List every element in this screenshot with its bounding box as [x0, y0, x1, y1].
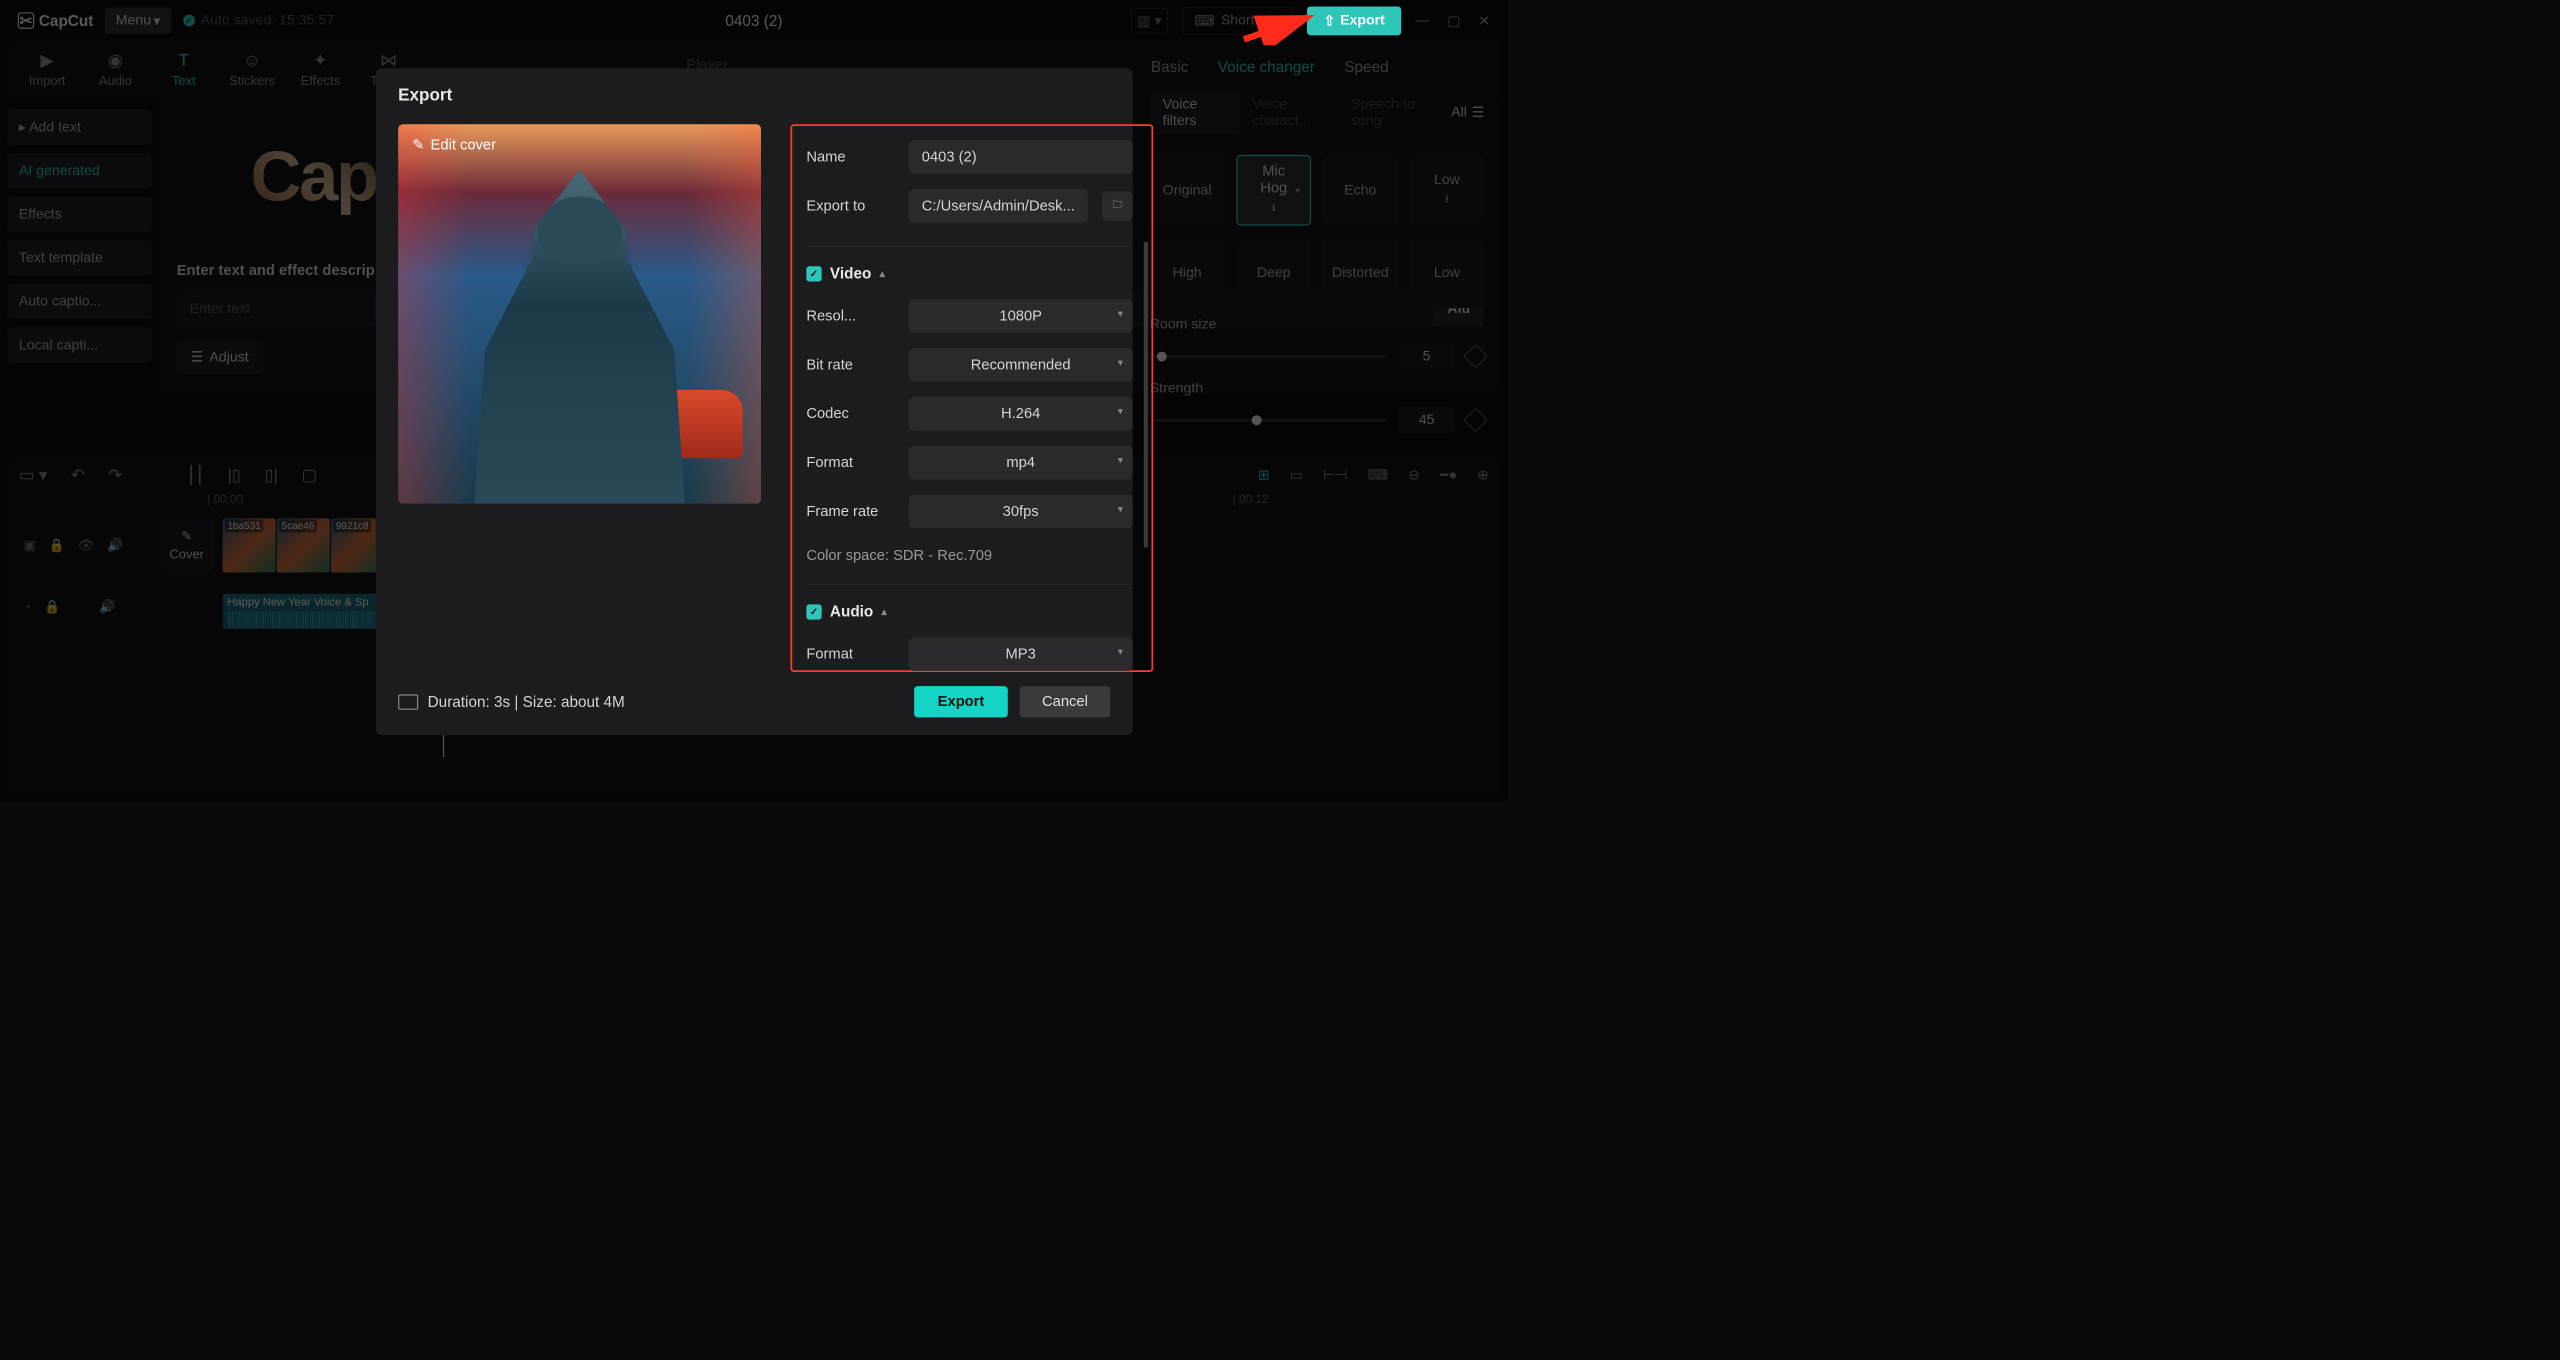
resolution-select[interactable]: 1080P [909, 299, 1133, 333]
export-dialog: Export ✎ Edit cover Name 0403 (2) Export… [376, 68, 1133, 735]
checkbox-checked-icon[interactable]: ✓ [806, 604, 821, 619]
format-label: Format [806, 454, 894, 471]
export-confirm-button[interactable]: Export [914, 686, 1008, 717]
name-input[interactable]: 0403 (2) [909, 140, 1133, 174]
chevron-up-icon: ▴ [880, 267, 885, 279]
bitrate-label: Bit rate [806, 356, 894, 373]
upload-icon: ⇧ [1324, 12, 1336, 29]
format-select[interactable]: mp4 [909, 446, 1133, 480]
color-space-info: Color space: SDR - Rec.709 [806, 547, 1132, 564]
duration-info: Duration: 3s | Size: about 4M [398, 693, 625, 711]
bitrate-select[interactable]: Recommended [909, 348, 1133, 382]
codec-select[interactable]: H.264 [909, 397, 1133, 431]
folder-icon[interactable]: 🗀 [1102, 191, 1133, 220]
edit-cover-button[interactable]: ✎ Edit cover [412, 136, 496, 154]
scrollbar[interactable] [1144, 241, 1148, 547]
resolution-label: Resol... [806, 307, 894, 324]
framerate-label: Frame rate [806, 503, 894, 520]
export-button[interactable]: ⇧ Export [1307, 6, 1401, 35]
annotation-arrow [1241, 10, 1318, 45]
video-section-toggle[interactable]: ✓ Video ▴ [806, 264, 1132, 282]
checkbox-checked-icon[interactable]: ✓ [806, 266, 821, 281]
chevron-up-icon: ▴ [882, 605, 887, 617]
audio-section-toggle[interactable]: ✓ Audio ▴ [806, 603, 1132, 621]
framerate-select[interactable]: 30fps [909, 495, 1133, 529]
cancel-button[interactable]: Cancel [1020, 686, 1111, 717]
audio-format-label: Format [806, 646, 894, 663]
export-to-label: Export to [806, 197, 894, 214]
dialog-title: Export [398, 86, 1110, 105]
export-form: Name 0403 (2) Export to C:/Users/Admin/D… [790, 124, 1153, 672]
film-icon [398, 694, 418, 709]
audio-format-select[interactable]: MP3 [909, 637, 1133, 671]
codec-label: Codec [806, 405, 894, 422]
export-path-input[interactable]: C:/Users/Admin/Desk... [909, 189, 1088, 223]
cover-preview: ✎ Edit cover [398, 124, 761, 503]
name-label: Name [806, 148, 894, 165]
pencil-icon: ✎ [412, 136, 424, 154]
